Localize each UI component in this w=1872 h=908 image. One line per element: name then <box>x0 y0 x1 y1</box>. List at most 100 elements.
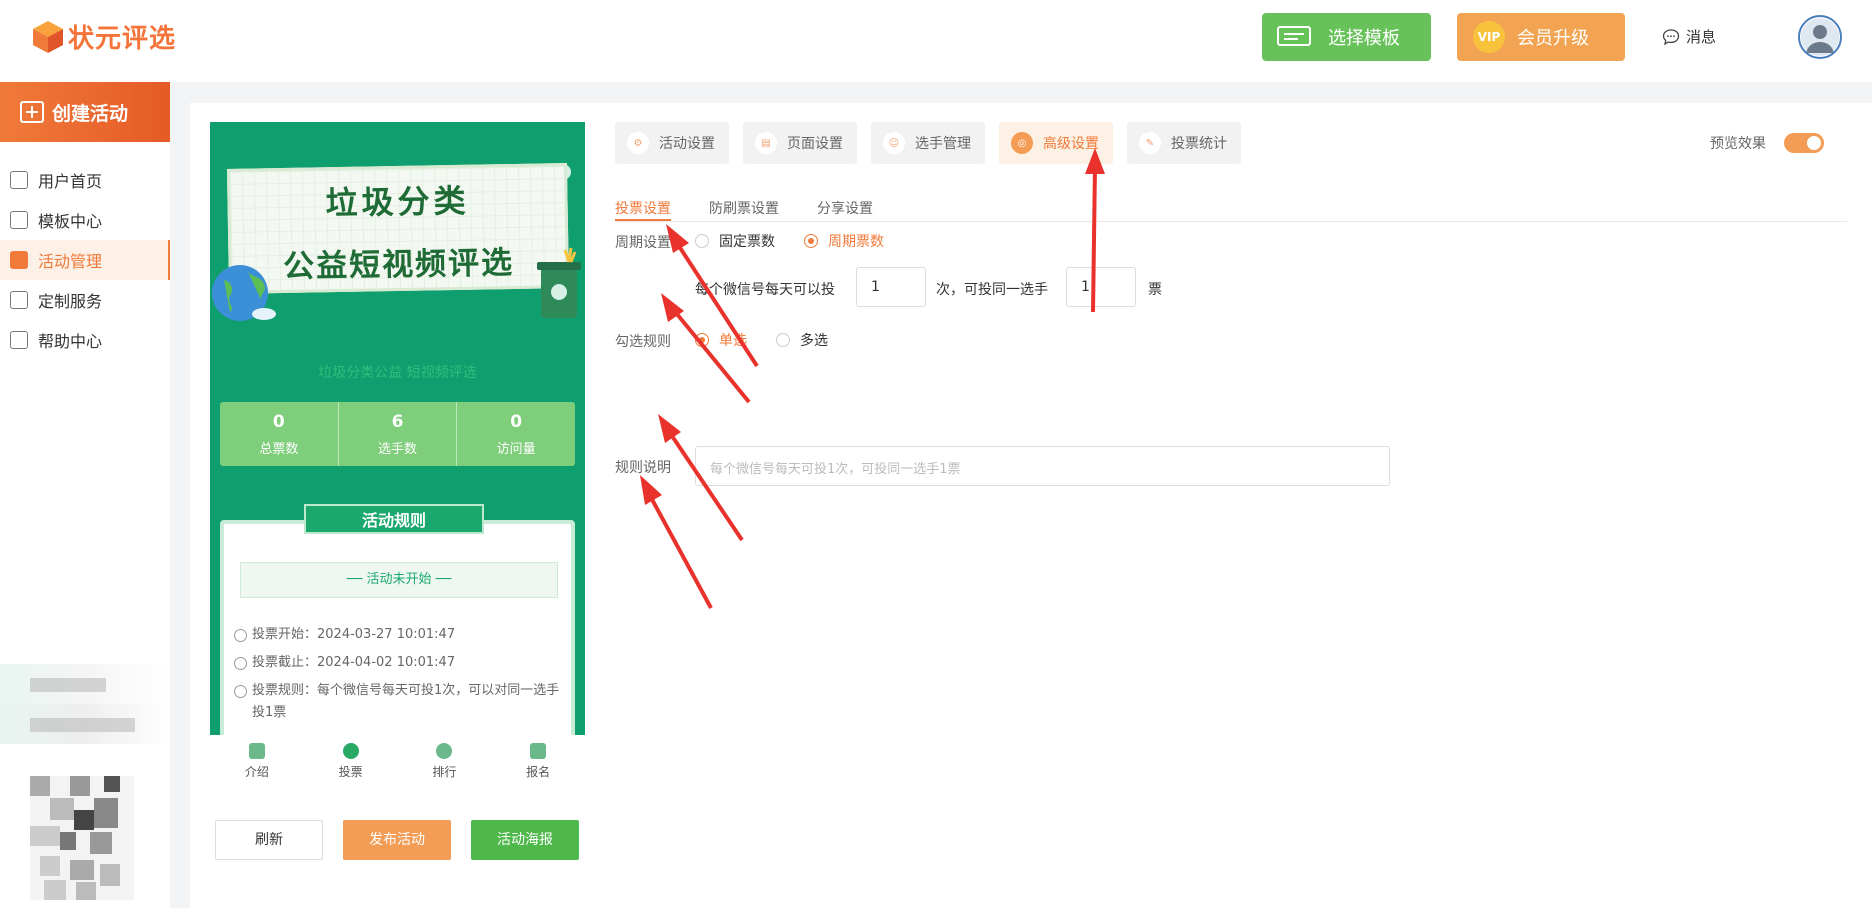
activity-icon <box>10 251 28 269</box>
radio-label: 多选 <box>800 333 828 349</box>
rule-desc-input[interactable]: 每个微信号每天可投1次，可投同一选手1票 <box>695 446 1390 486</box>
users-icon: ☺ <box>883 132 905 154</box>
radio-label: 周期票数 <box>828 234 884 250</box>
stat-players: 6 选手数 <box>339 402 458 466</box>
sidebar-item-label: 定制服务 <box>38 292 103 311</box>
radio-dot <box>695 234 709 248</box>
sidebar-item-label: 活动管理 <box>38 252 103 271</box>
vip-badge-icon: VIP <box>1473 21 1505 53</box>
vote-end-value: 2024-04-02 10:01:47 <box>317 655 456 670</box>
tab-rank[interactable]: 排行 <box>398 735 492 789</box>
per-player-votes-input[interactable]: 1 <box>1066 267 1136 307</box>
tab-vote[interactable]: 投票 <box>304 735 398 789</box>
tab-label: 选手管理 <box>915 136 971 152</box>
tab-label: 投票统计 <box>1171 136 1227 152</box>
vip-upgrade-button[interactable]: VIP 会员升级 <box>1457 13 1625 61</box>
blurred-info-2 <box>0 704 170 744</box>
tab-label: 投票 <box>338 765 363 779</box>
intro-icon <box>248 743 265 759</box>
sidebar-nav: 用户首页 模板中心 活动管理 定制服务 帮助中心 <box>0 160 170 360</box>
phone-subtitle: 垃圾分类公益 短视频评选 <box>318 365 477 381</box>
vote-start-line: 投票开始：2024-03-27 10:01:47 <box>234 624 564 646</box>
rule-desc-label: 规则说明 <box>615 460 671 476</box>
stat-value: 6 <box>391 412 404 432</box>
settings-icon: ⚙ <box>627 132 649 154</box>
tab-label: 排行 <box>432 765 457 779</box>
stats-icon: ✎ <box>1139 132 1161 154</box>
template-icon <box>10 211 28 229</box>
preview-toggle[interactable] <box>1784 133 1824 153</box>
radio-single[interactable]: 单选 <box>695 330 747 350</box>
blurred-bar <box>30 718 135 732</box>
stat-visits: 0 访问量 <box>457 402 575 466</box>
phone-tabbar: 介绍 投票 排行 报名 <box>210 735 585 789</box>
radio-periodic-votes[interactable]: 周期票数 <box>804 231 884 251</box>
radio-multiple[interactable]: 多选 <box>776 330 828 350</box>
help-icon <box>10 331 28 349</box>
sidebar-item-label: 用户首页 <box>38 172 103 191</box>
template-icon <box>1277 26 1311 46</box>
tab-player-management[interactable]: ☺ 选手管理 <box>871 122 985 164</box>
edit-icon <box>530 743 547 759</box>
tab-label: 介绍 <box>244 765 269 779</box>
sidebar-item-home[interactable]: 用户首页 <box>0 160 170 200</box>
per-day-mid: 次，可投同一选手 <box>936 282 1048 298</box>
tab-advanced-settings[interactable]: ◎ 高级设置 <box>999 122 1113 164</box>
vote-end-label: 投票截止： <box>252 655 318 670</box>
radio-dot <box>804 234 818 248</box>
per-player-suffix: 票 <box>1148 282 1162 298</box>
subtab-vote-settings[interactable]: 投票设置 <box>615 185 671 221</box>
sidebar-item-templates[interactable]: 模板中心 <box>0 200 170 240</box>
vote-end-line: 投票截止：2024-04-02 10:01:47 <box>234 652 564 674</box>
blurred-info-1 <box>0 664 170 704</box>
stat-label: 选手数 <box>378 442 418 457</box>
activity-poster-button[interactable]: 活动海报 <box>471 820 579 860</box>
rules-status: ── 活动未开始 ── <box>240 562 558 598</box>
banner-title-2: 公益短视频评选 <box>282 244 515 286</box>
refresh-button[interactable]: 刷新 <box>215 820 323 860</box>
publish-activity-button[interactable]: 发布活动 <box>343 820 451 860</box>
tab-vote-statistics[interactable]: ✎ 投票统计 <box>1127 122 1241 164</box>
chat-bubble-icon <box>1662 28 1680 45</box>
medal-icon <box>436 743 453 759</box>
radio-dot <box>695 333 709 347</box>
create-plus-icon <box>20 101 44 123</box>
sidebar-item-help[interactable]: 帮助中心 <box>0 320 170 360</box>
vip-upgrade-label: 会员升级 <box>1517 28 1589 49</box>
vote-rule-label: 投票规则： <box>252 683 318 698</box>
stat-value: 0 <box>272 412 285 432</box>
tab-label: 高级设置 <box>1043 136 1099 152</box>
sidebar-item-activities[interactable]: 活动管理 <box>0 240 170 280</box>
radio-label: 单选 <box>719 333 747 349</box>
stat-label: 访问量 <box>496 442 536 457</box>
tab-page-settings[interactable]: ▤ 页面设置 <box>743 122 857 164</box>
user-avatar[interactable] <box>1798 15 1842 59</box>
sidebar-item-label: 模板中心 <box>38 212 103 231</box>
app-logo[interactable]: 状元评选 <box>32 18 176 55</box>
sidebar: 创建活动 用户首页 模板中心 活动管理 定制服务 帮助中心 <box>0 82 170 908</box>
top-bar: 状元评选 选择模板 VIP 会员升级 消息 <box>0 0 1872 82</box>
create-activity-button[interactable]: 创建活动 <box>0 82 170 142</box>
main-panel: 垃圾分类 公益短视频评选 垃圾分类公益 短视频评选 0 总票数 6 选手数 0 … <box>190 103 1872 908</box>
select-template-button[interactable]: 选择模板 <box>1262 13 1431 61</box>
tab-label: 报名 <box>526 765 551 779</box>
messages-link[interactable]: 消息 <box>1662 26 1716 47</box>
radio-fixed-votes[interactable]: 固定票数 <box>695 231 775 251</box>
subtab-anti-fraud[interactable]: 防刷票设置 <box>709 185 779 221</box>
per-day-votes-input[interactable]: 1 <box>856 267 926 307</box>
target-icon: ◎ <box>1011 132 1033 154</box>
settings-tabs: ⚙ 活动设置 ▤ 页面设置 ☺ 选手管理 ◎ 高级设置 ✎ 投票统计 <box>615 122 1241 164</box>
phone-banner: 垃圾分类 公益短视频评选 <box>226 163 570 294</box>
tab-activity-settings[interactable]: ⚙ 活动设置 <box>615 122 729 164</box>
tab-signup[interactable]: 报名 <box>491 735 585 789</box>
period-label: 周期设置 <box>615 235 671 251</box>
stat-value: 0 <box>510 412 523 432</box>
subtab-share[interactable]: 分享设置 <box>817 185 873 221</box>
messages-label: 消息 <box>1686 28 1717 46</box>
rules-card: ── 活动未开始 ── 投票开始：2024-03-27 10:01:47 投票截… <box>220 520 575 735</box>
preview-toggle-row: 预览效果 <box>1710 133 1824 153</box>
sidebar-item-custom[interactable]: 定制服务 <box>0 280 170 320</box>
home-icon <box>10 171 28 189</box>
tab-intro[interactable]: 介绍 <box>210 735 304 789</box>
stats-panel: 0 总票数 6 选手数 0 访问量 <box>220 402 575 466</box>
